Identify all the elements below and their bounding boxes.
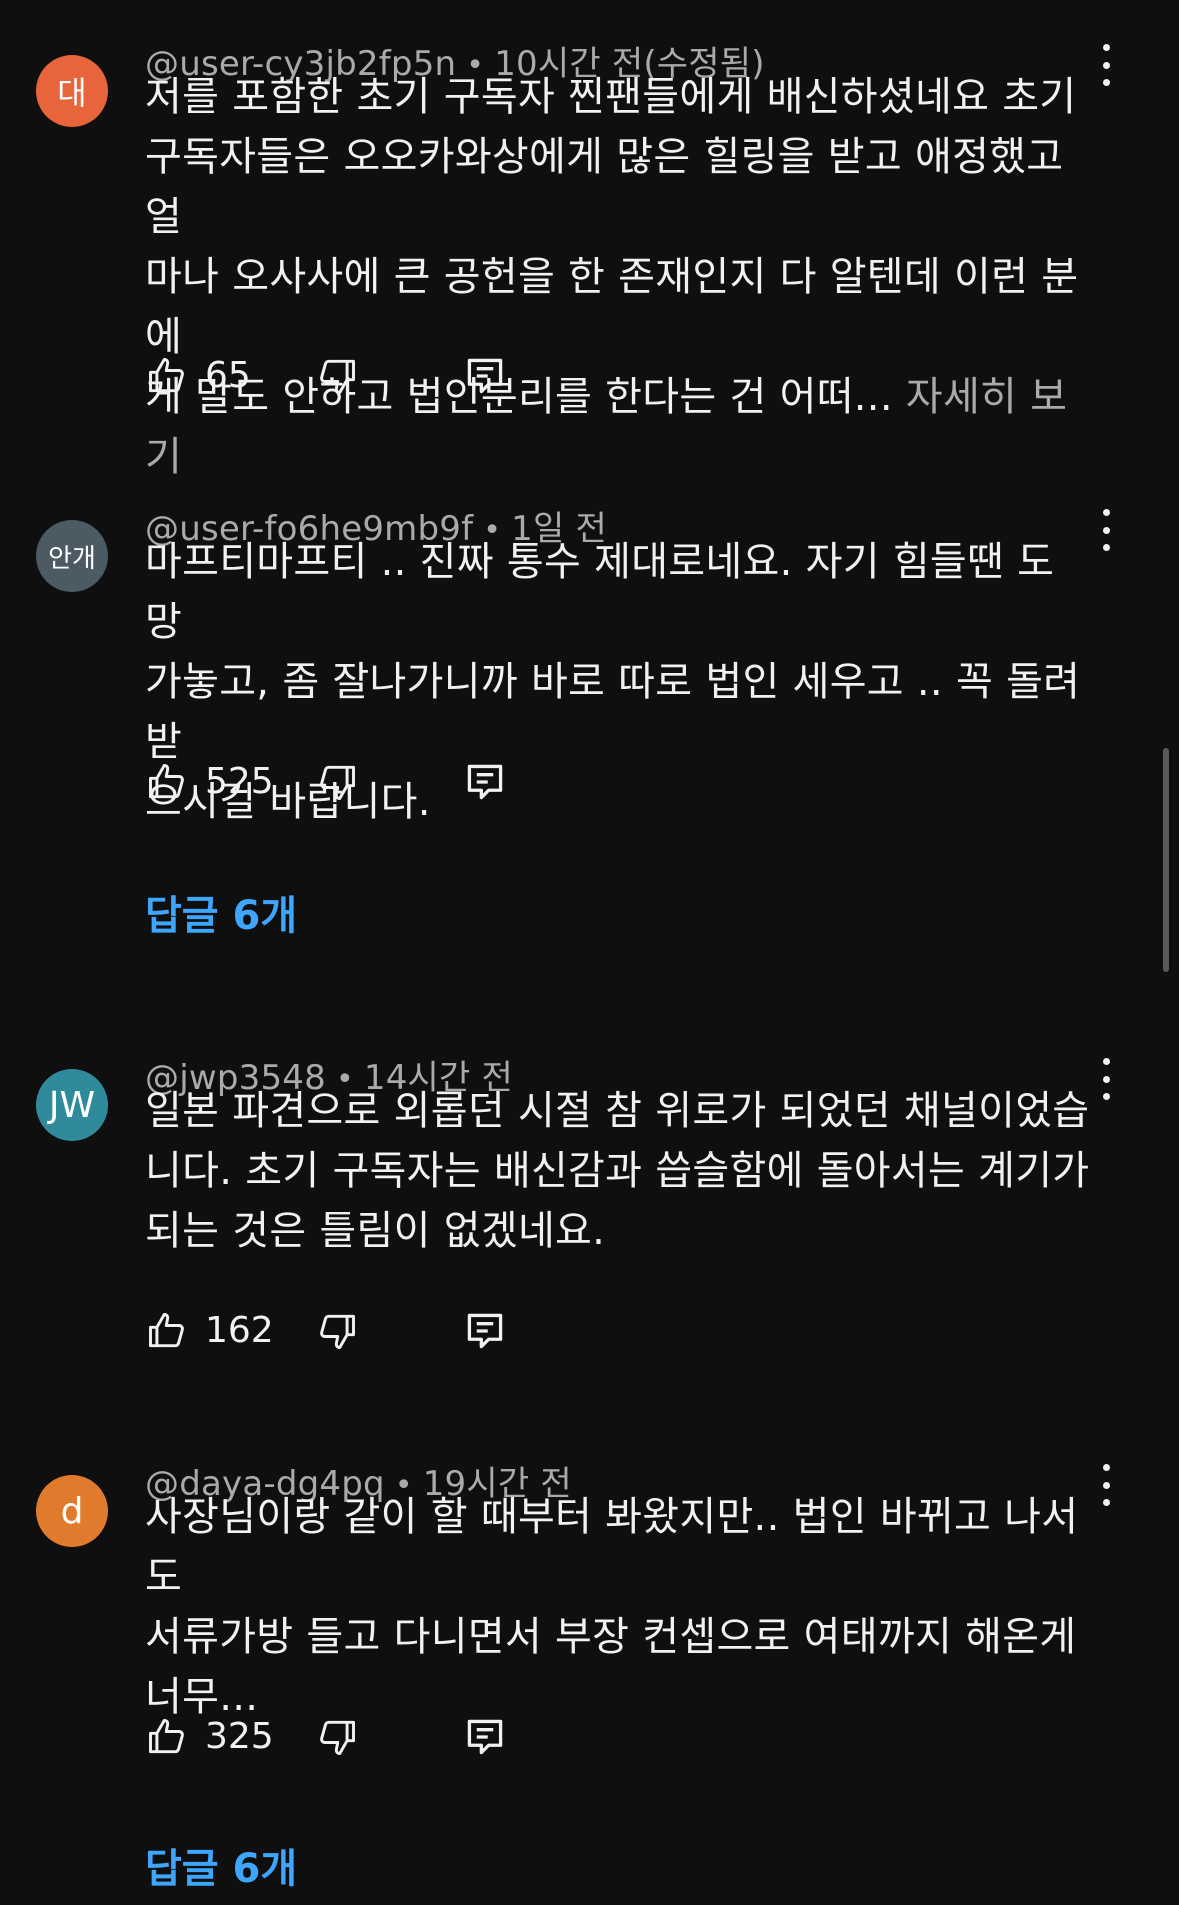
like-count: 65	[205, 355, 251, 396]
thumbs-down-icon[interactable]	[315, 1309, 359, 1353]
comment-line: 가놓고, 좀 잘나가니까 바로 따로 법인 세우고 .. 꼭 돌려받	[145, 659, 1081, 765]
comment-actions: 325	[145, 1715, 545, 1765]
more-options-icon[interactable]	[1090, 40, 1122, 90]
thumbs-up-icon[interactable]	[145, 1715, 189, 1759]
avatar-initial: JW	[48, 1084, 96, 1126]
comment-line: 마나 오사사에 큰 공헌을 한 존재인지 다 알텐데 이런 분에	[145, 254, 1079, 360]
comment-text: 일본 파견으로 외롭던 시절 참 위로가 되었던 채널이었습 니다. 초기 구독…	[145, 1081, 1090, 1261]
view-replies-button[interactable]: 답글 6개	[145, 883, 297, 941]
reply-icon[interactable]	[463, 354, 507, 398]
thumbs-up-icon[interactable]	[145, 354, 189, 398]
comment-actions: 162	[145, 1309, 545, 1359]
view-replies-button[interactable]: 답글 6개	[145, 1836, 297, 1894]
more-options-icon[interactable]	[1090, 1054, 1122, 1104]
like-count: 162	[205, 1310, 274, 1351]
avatar-initial: d	[60, 1490, 84, 1532]
thumbs-up-icon[interactable]	[145, 760, 189, 804]
comment-line: 저를 포함한 초기 구독자 찐팬들에게 배신하셨네요 초기	[145, 74, 1077, 120]
comment-actions: 525	[145, 760, 545, 810]
reply-icon[interactable]	[463, 760, 507, 804]
avatar-initial: 안개	[48, 543, 96, 574]
avatar-initial: 대	[57, 74, 87, 112]
comment-line: 일본 파견으로 외롭던 시절 참 위로가 되었던 채널이었습	[145, 1088, 1090, 1134]
reply-icon[interactable]	[463, 1715, 507, 1759]
avatar[interactable]: JW	[36, 1069, 108, 1141]
avatar[interactable]: d	[36, 1475, 108, 1547]
thumbs-down-icon[interactable]	[315, 354, 359, 398]
comment-line: 되는 것은 틀림이 없겠네요.	[145, 1208, 606, 1254]
more-options-icon[interactable]	[1090, 505, 1122, 555]
comment-line: 구독자들은 오오카와상에게 많은 힐링을 받고 애정했고 얼	[145, 134, 1064, 240]
scrollbar[interactable]	[1163, 748, 1169, 972]
avatar[interactable]: 대	[36, 55, 108, 127]
comment-line: 사장님이랑 같이 할 때부터 봐왔지만.. 법인 바뀌고 나서도	[145, 1494, 1079, 1600]
comment-line: 마프티마프티 .. 진짜 통수 제대로네요. 자기 힘들땐 도망	[145, 539, 1055, 645]
avatar[interactable]: 안개	[36, 520, 108, 592]
comment-actions: 65	[145, 354, 545, 404]
more-options-icon[interactable]	[1090, 1460, 1122, 1510]
like-count: 525	[205, 761, 274, 802]
thumbs-down-icon[interactable]	[315, 760, 359, 804]
comment-text: 사장님이랑 같이 할 때부터 봐왔지만.. 법인 바뀌고 나서도 서류가방 들고…	[145, 1487, 1090, 1727]
comment-text: 저를 포함한 초기 구독자 찐팬들에게 배신하셨네요 초기 구독자들은 오오카와…	[145, 67, 1090, 487]
like-count: 325	[205, 1716, 274, 1757]
reply-icon[interactable]	[463, 1309, 507, 1353]
comment-line: 서류가방 들고 다니면서 부장 컨셉으로 여태까지 해온게	[145, 1614, 1077, 1660]
thumbs-down-icon[interactable]	[315, 1715, 359, 1759]
comment-line: 니다. 초기 구독자는 배신감과 씁슬함에 돌아서는 계기가	[145, 1148, 1090, 1194]
thumbs-up-icon[interactable]	[145, 1309, 189, 1353]
